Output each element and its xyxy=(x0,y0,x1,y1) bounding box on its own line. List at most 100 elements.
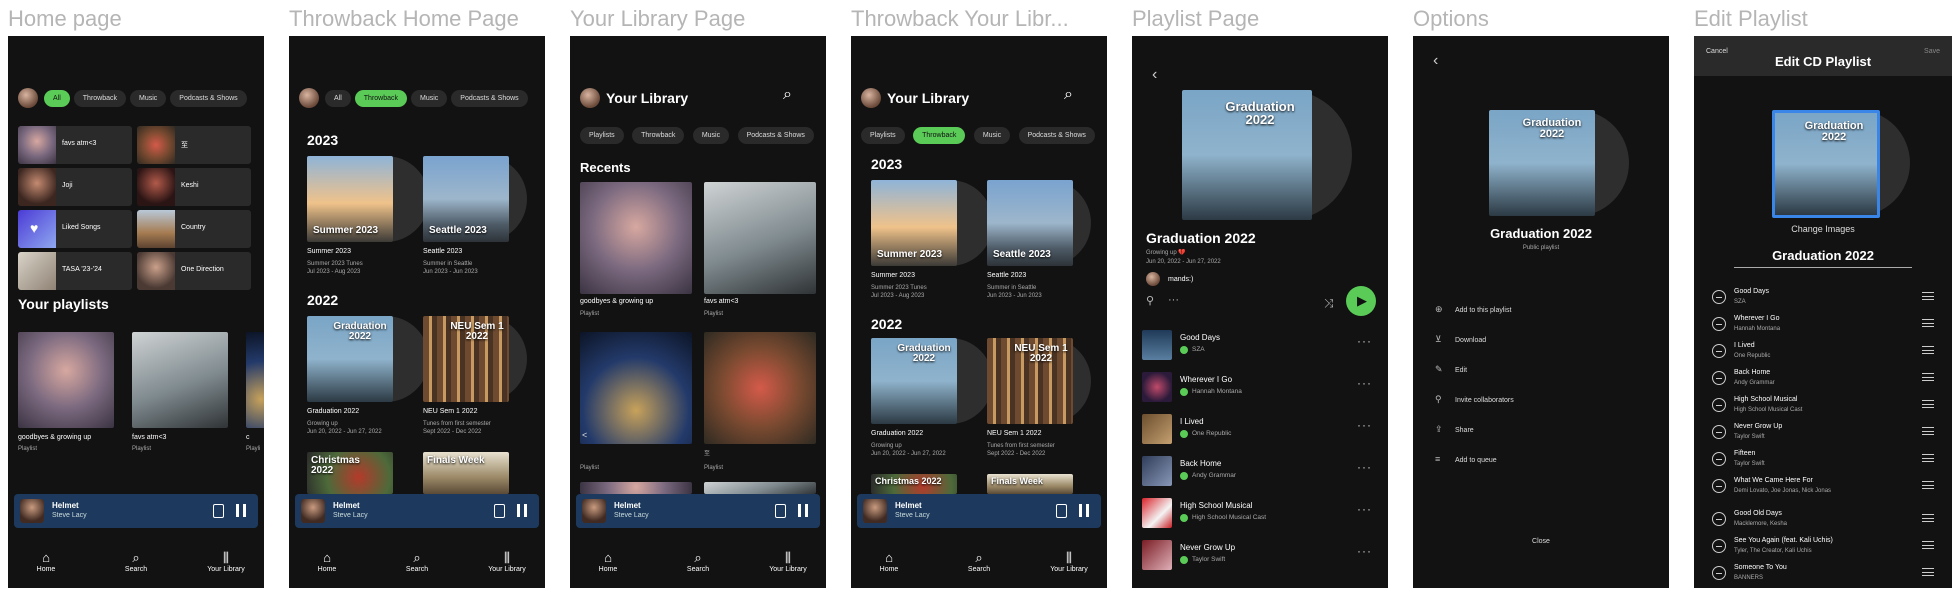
drag-handle-icon[interactable] xyxy=(1922,454,1934,462)
edit-track-row[interactable]: I Lived One Republic xyxy=(1712,340,1934,366)
playlist-cover[interactable] xyxy=(246,332,264,428)
pause-icon[interactable] xyxy=(517,504,527,517)
throwback-cover[interactable]: Graduation 2022 xyxy=(871,338,957,424)
edit-track-row[interactable]: See You Again (feat. Kali Uchis) Tyler, T… xyxy=(1712,535,1934,561)
mini-player[interactable]: Helmet Steve Lacy xyxy=(576,494,820,528)
remove-icon[interactable] xyxy=(1712,452,1726,466)
nav-library[interactable]: ⫼ Your Library xyxy=(758,550,818,573)
option-add-to-queue[interactable]: ≡ Add to queue xyxy=(1435,454,1497,464)
chip-podcasts[interactable]: Podcasts & Shows xyxy=(737,127,814,144)
quick-tile[interactable]: favs atm<3 xyxy=(18,126,132,164)
chip-music[interactable]: Music xyxy=(130,89,167,107)
chip-podcasts[interactable]: Podcasts & Shows xyxy=(451,89,528,107)
connect-device-icon[interactable] xyxy=(1056,504,1067,518)
quick-tile[interactable]: Country xyxy=(137,210,251,248)
mini-player[interactable]: Helmet Steve Lacy xyxy=(295,494,539,528)
throwback-cover[interactable]: Finals Week xyxy=(987,474,1073,494)
quick-tile[interactable]: Keshi xyxy=(137,168,251,206)
chip-throwback[interactable]: Throwback xyxy=(354,89,408,107)
nav-search[interactable]: ⌕ Search xyxy=(106,550,166,573)
back-icon[interactable]: ‹ xyxy=(1433,52,1438,70)
quick-tile[interactable]: 至 xyxy=(137,126,251,164)
more-options-icon[interactable]: ··· xyxy=(1168,294,1179,306)
add-user-icon[interactable]: ⚲ xyxy=(1146,294,1154,307)
chip-music[interactable]: Music xyxy=(411,89,448,107)
quick-tile[interactable]: One Direction xyxy=(137,252,251,290)
throwback-cover[interactable]: Finals Week xyxy=(423,452,509,494)
throwback-cover[interactable]: Christmas 2022 xyxy=(871,474,957,494)
remove-icon[interactable] xyxy=(1712,317,1726,331)
library-cover[interactable]: < xyxy=(580,332,692,444)
library-cover[interactable] xyxy=(704,482,816,494)
chip-playlists[interactable]: Playlists xyxy=(861,127,905,144)
nav-search[interactable]: ⌕ Search xyxy=(387,550,447,573)
edit-track-row[interactable]: Fifteen Taylor Swift xyxy=(1712,448,1934,474)
library-cover[interactable] xyxy=(580,482,692,494)
mini-player[interactable]: Helmet Steve Lacy xyxy=(14,494,258,528)
option-share[interactable]: ⇪ Share xyxy=(1435,424,1474,435)
track-row[interactable]: Good Days SZA ··· xyxy=(1142,328,1378,364)
chip-podcasts[interactable]: Podcasts & Shows xyxy=(170,89,247,107)
throwback-cover[interactable]: Seattle 2023 xyxy=(423,156,509,242)
edit-track-row[interactable]: Never Grow Up Taylor Swift xyxy=(1712,421,1934,447)
nav-library[interactable]: ⫼ Your Library xyxy=(1039,550,1099,573)
throwback-cover[interactable]: Seattle 2023 xyxy=(987,180,1073,266)
nav-home[interactable]: ⌂ Home xyxy=(16,550,76,573)
drag-handle-icon[interactable] xyxy=(1922,319,1934,327)
library-cover[interactable] xyxy=(704,182,816,294)
connect-device-icon[interactable] xyxy=(213,504,224,518)
library-cover[interactable] xyxy=(580,182,692,294)
quick-tile[interactable]: ♥ Liked Songs xyxy=(18,210,132,248)
playlist-name-input[interactable]: Graduation 2022 xyxy=(1734,248,1912,268)
quick-tile[interactable]: Joji xyxy=(18,168,132,206)
drag-handle-icon[interactable] xyxy=(1922,400,1934,408)
remove-icon[interactable] xyxy=(1712,344,1726,358)
playlist-cover[interactable] xyxy=(132,332,228,428)
drag-handle-icon[interactable] xyxy=(1922,373,1934,381)
chip-playlists[interactable]: Playlists xyxy=(580,127,624,144)
cover-editor[interactable]: Graduation 2022 xyxy=(1772,110,1880,218)
track-row[interactable]: Never Grow Up Taylor Swift ··· xyxy=(1142,538,1378,574)
nav-library[interactable]: ⫼ Your Library xyxy=(196,550,256,573)
pause-icon[interactable] xyxy=(236,504,246,517)
more-icon[interactable]: ··· xyxy=(1357,418,1372,432)
chip-podcasts[interactable]: Podcasts & Shows xyxy=(1018,127,1095,144)
more-icon[interactable]: ··· xyxy=(1357,334,1372,348)
throwback-cover[interactable]: Summer 2023 xyxy=(307,156,393,242)
more-icon[interactable]: ··· xyxy=(1357,544,1372,558)
throwback-cover[interactable]: NEU Sem 1 2022 xyxy=(423,316,509,402)
remove-icon[interactable] xyxy=(1712,398,1726,412)
chip-music[interactable]: Music xyxy=(973,127,1011,144)
edit-track-row[interactable]: Back Home Andy Grammar xyxy=(1712,367,1934,393)
nav-search[interactable]: ⌕ Search xyxy=(949,550,1009,573)
remove-icon[interactable] xyxy=(1712,512,1726,526)
track-row[interactable]: High School Musical High School Musical C… xyxy=(1142,496,1378,532)
drag-handle-icon[interactable] xyxy=(1922,514,1934,522)
option-invite[interactable]: ⚲ Invite collaborators xyxy=(1435,394,1514,405)
shuffle-icon[interactable]: ⤨ xyxy=(1324,296,1334,311)
profile-avatar[interactable] xyxy=(861,88,881,108)
mini-player[interactable]: Helmet Steve Lacy xyxy=(857,494,1101,528)
edit-track-row[interactable]: Good Days SZA xyxy=(1712,286,1934,312)
chip-throwback[interactable]: Throwback xyxy=(913,127,966,144)
owner-avatar[interactable] xyxy=(1146,272,1160,286)
track-row[interactable]: Back Home Andy Grammar ··· xyxy=(1142,454,1378,490)
throwback-cover[interactable]: Summer 2023 xyxy=(871,180,957,266)
back-icon[interactable]: ‹ xyxy=(1152,66,1157,84)
drag-handle-icon[interactable] xyxy=(1922,541,1934,549)
nav-home[interactable]: ⌂ Home xyxy=(578,550,638,573)
more-icon[interactable]: ··· xyxy=(1357,460,1372,474)
edit-track-row[interactable]: What We Came Here For Demi Lovato, Joe Jo… xyxy=(1712,475,1934,507)
drag-handle-icon[interactable] xyxy=(1922,292,1934,300)
option-add-to-playlist[interactable]: ⊕ Add to this playlist xyxy=(1435,304,1511,315)
edit-track-row[interactable]: Good Old Days Macklemore, Kesha xyxy=(1712,508,1934,534)
remove-icon[interactable] xyxy=(1712,479,1726,493)
play-button[interactable]: ▶ xyxy=(1346,286,1376,316)
search-icon[interactable]: ⌕ xyxy=(1064,86,1073,104)
drag-handle-icon[interactable] xyxy=(1922,481,1934,489)
nav-library[interactable]: ⫼ Your Library xyxy=(477,550,537,573)
connect-device-icon[interactable] xyxy=(494,504,505,518)
chip-all[interactable]: All xyxy=(44,89,70,107)
pause-icon[interactable] xyxy=(1079,504,1089,517)
nav-home[interactable]: ⌂ Home xyxy=(297,550,357,573)
